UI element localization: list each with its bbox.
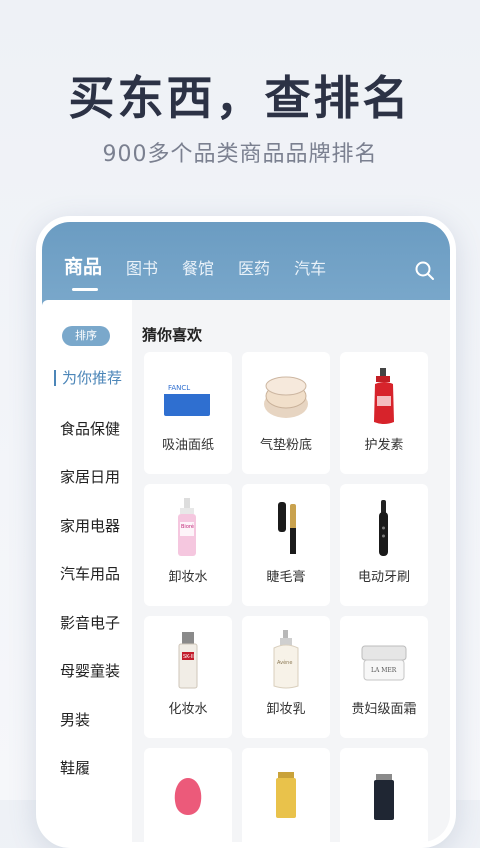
face-cream-icon: LA MER [361, 645, 407, 681]
product-label: 卸妆乳 [266, 702, 306, 717]
conditioner-icon [374, 368, 394, 424]
product-card[interactable]: 电动牙刷 [340, 484, 428, 606]
svg-text:Bioré: Bioré [181, 523, 194, 530]
product-card[interactable]: FANCL 吸油面纸 [144, 352, 232, 474]
phone-frame: 商品 图书 餐馆 医药 汽车 排序 为你推荐 食品保健 家居日用 家用电器 汽车… [36, 216, 456, 848]
cushion-foundation-icon [264, 376, 308, 418]
product-label: 电动牙刷 [357, 570, 410, 585]
svg-text:SK-II: SK-II [183, 654, 194, 660]
toner-icon: SK-II [178, 632, 198, 689]
sidebar-item-recommended[interactable]: 为你推荐 [54, 370, 122, 386]
sidebar-item-home[interactable]: 家居日用 [60, 466, 120, 487]
sidebar-item-shoes[interactable]: 鞋履 [60, 757, 90, 778]
sidebar-item-appliances[interactable]: 家用电器 [60, 515, 120, 536]
search-icon[interactable] [414, 260, 436, 282]
product-card[interactable]: 护发素 [340, 352, 428, 474]
tab-restaurants[interactable]: 餐馆 [182, 255, 214, 279]
tab-goods[interactable]: 商品 [64, 252, 102, 291]
product-label: 卸妆水 [168, 570, 208, 585]
tab-books[interactable]: 图书 [126, 255, 158, 279]
cleansing-milk-icon: Avène [273, 630, 299, 689]
svg-text:Avène: Avène [277, 659, 292, 666]
sidebar-item-baby[interactable]: 母婴童装 [60, 660, 120, 681]
tab-cars[interactable]: 汽车 [294, 255, 326, 279]
sort-button[interactable]: 排序 [62, 326, 110, 346]
category-sidebar: 排序 为你推荐 食品保健 家居日用 家用电器 汽车用品 影音电子 母婴童装 男装… [42, 300, 132, 842]
product-card[interactable] [242, 748, 330, 842]
product-card[interactable]: Avène 卸妆乳 [242, 616, 330, 738]
product-label: 化妆水 [168, 702, 208, 717]
category-header: 商品 图书 餐馆 医药 汽车 [42, 222, 450, 308]
product-card[interactable] [144, 748, 232, 842]
section-title: 猜你喜欢 [142, 326, 203, 344]
sunscreen-icon [276, 772, 296, 818]
product-label: 吸油面纸 [161, 438, 214, 453]
product-card[interactable]: SK-II 化妆水 [144, 616, 232, 738]
oil-blotting-paper-icon: FANCL [164, 380, 210, 416]
product-label: 贵妇级面霜 [351, 702, 417, 717]
hero-subtitle: 900多个品类商品品牌排名 [102, 142, 378, 167]
sidebar-item-electronics[interactable]: 影音电子 [60, 612, 120, 633]
product-card[interactable] [340, 748, 428, 842]
makeup-remover-icon: Bioré [178, 498, 196, 556]
svg-text:FANCL: FANCL [168, 384, 190, 392]
svg-text:LA MER: LA MER [371, 667, 397, 674]
product-card[interactable]: Bioré 卸妆水 [144, 484, 232, 606]
hero-title: 买东西，查排名 [68, 71, 412, 125]
electric-toothbrush-icon [379, 500, 388, 556]
sidebar-item-food[interactable]: 食品保健 [60, 418, 120, 439]
tab-medicine[interactable]: 医药 [238, 255, 270, 279]
makeup-sponge-icon [174, 778, 202, 815]
product-content: 猜你喜欢 FANCL 吸油面纸 气垫粉底 护发素 Bioré 卸妆水 睫毛膏 电… [132, 300, 450, 842]
sidebar-item-menswear[interactable]: 男装 [60, 709, 90, 730]
product-label: 睫毛膏 [266, 570, 306, 585]
product-label: 气垫粉底 [259, 438, 312, 453]
product-card[interactable]: 睫毛膏 [242, 484, 330, 606]
mascara-icon [278, 502, 296, 554]
serum-bottle-icon [374, 774, 394, 820]
product-label: 护发素 [364, 438, 404, 453]
category-tabs: 商品 图书 餐馆 医药 汽车 [64, 252, 350, 291]
product-card[interactable]: 气垫粉底 [242, 352, 330, 474]
sidebar-item-auto[interactable]: 汽车用品 [60, 563, 120, 584]
product-card[interactable]: LA MER 贵妇级面霜 [340, 616, 428, 738]
